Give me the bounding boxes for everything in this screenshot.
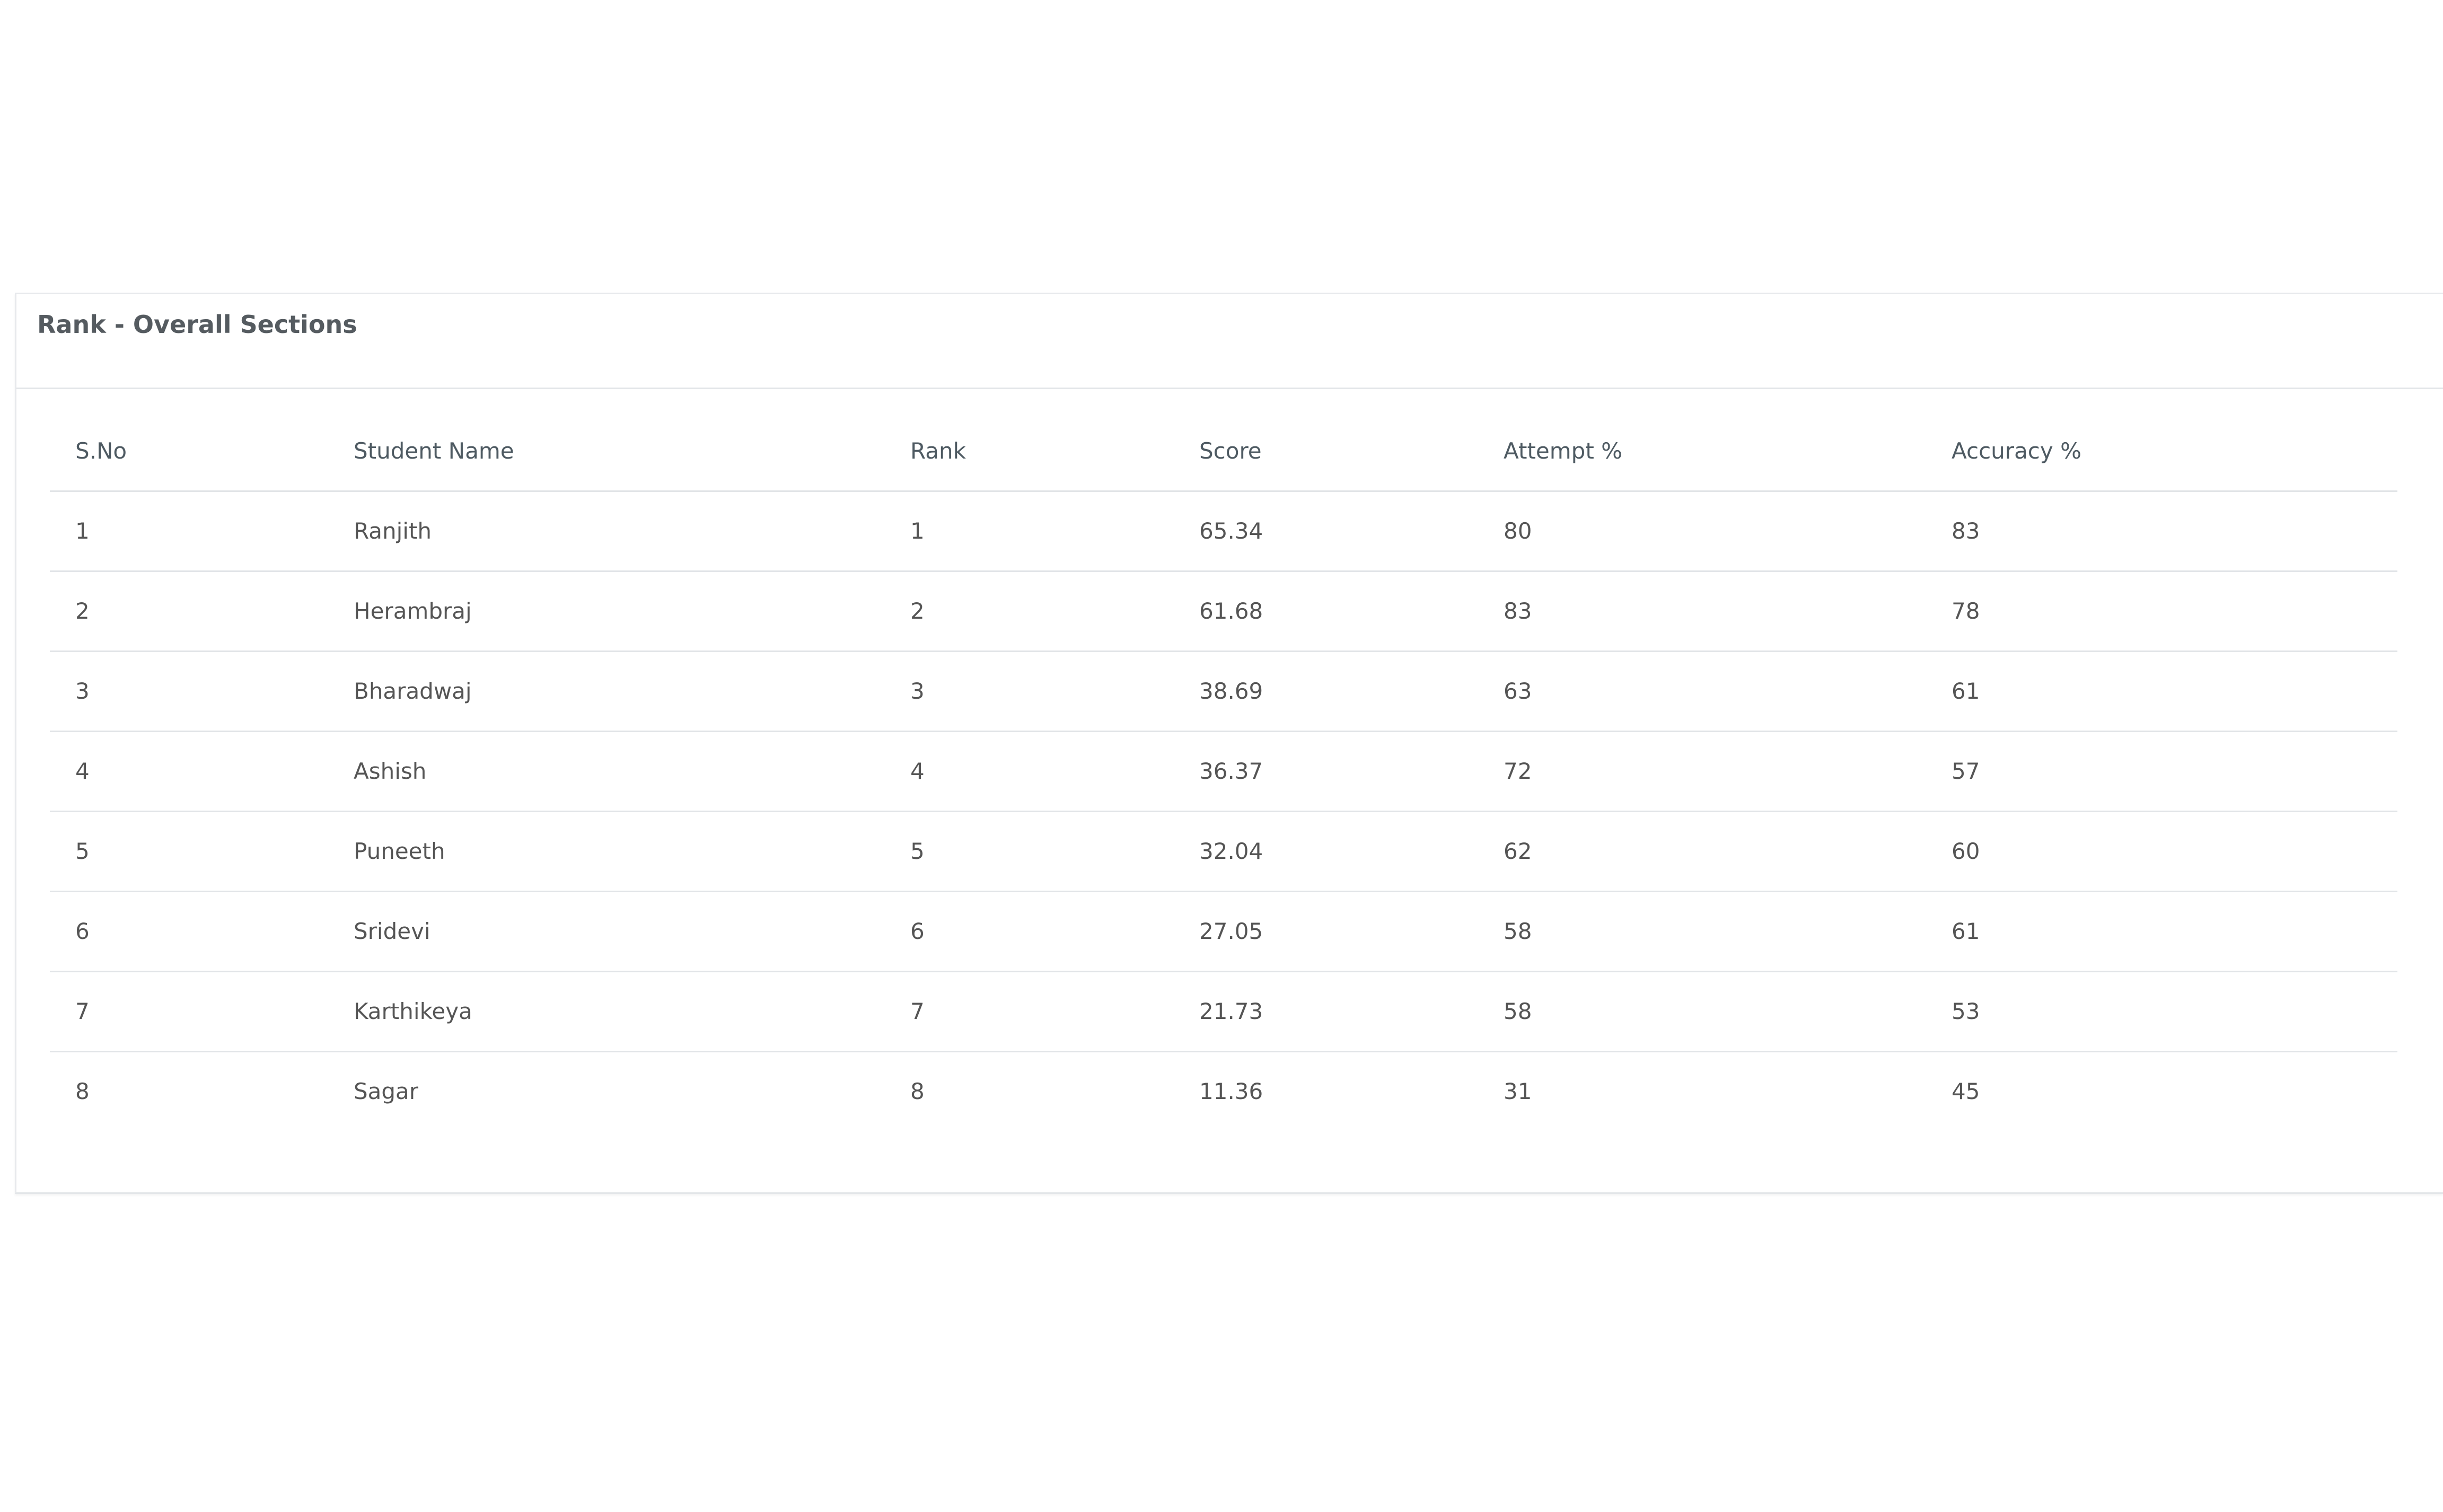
cell-sno: 2 (75, 598, 90, 624)
rank-table: S.No Student Name Rank Score Attempt % A… (50, 412, 2397, 1132)
cell-student-name: Herambraj (354, 598, 472, 624)
cell-score: 21.73 (1199, 998, 1263, 1024)
table-row: 5 Puneeth 5 32.04 62 60 (50, 812, 2397, 892)
cell-attempt: 31 (1504, 1078, 1532, 1104)
header-attempt[interactable]: Attempt % (1504, 412, 1622, 490)
cell-sno: 7 (75, 998, 90, 1024)
cell-rank: 1 (910, 518, 925, 544)
cell-student-name: Sridevi (354, 918, 430, 944)
table-header-row: S.No Student Name Rank Score Attempt % A… (50, 412, 2397, 492)
header-sno[interactable]: S.No (75, 412, 127, 490)
cell-score: 11.36 (1199, 1078, 1263, 1104)
table-row: 7 Karthikeya 7 21.73 58 53 (50, 972, 2397, 1052)
cell-sno: 3 (75, 678, 90, 704)
cell-attempt: 83 (1504, 598, 1532, 624)
cell-student-name: Ashish (354, 758, 427, 784)
table-row: 4 Ashish 4 36.37 72 57 (50, 732, 2397, 812)
cell-accuracy: 61 (1952, 678, 1980, 704)
table-row: 3 Bharadwaj 3 38.69 63 61 (50, 652, 2397, 732)
cell-rank: 6 (910, 918, 925, 944)
table-row: 8 Sagar 8 11.36 31 45 (50, 1052, 2397, 1132)
cell-sno: 5 (75, 838, 90, 864)
cell-student-name: Sagar (354, 1078, 419, 1104)
table-row: 1 Ranjith 1 65.34 80 83 (50, 492, 2397, 572)
cell-score: 65.34 (1199, 518, 1263, 544)
cell-accuracy: 83 (1952, 518, 1980, 544)
cell-student-name: Ranjith (354, 518, 432, 544)
header-student-name[interactable]: Student Name (354, 412, 514, 490)
cell-rank: 8 (910, 1078, 925, 1104)
cell-rank: 2 (910, 598, 925, 624)
cell-accuracy: 45 (1952, 1078, 1980, 1104)
cell-accuracy: 53 (1952, 998, 1980, 1024)
panel-title: Rank - Overall Sections (37, 310, 357, 339)
cell-sno: 8 (75, 1078, 90, 1104)
header-accuracy[interactable]: Accuracy % (1952, 412, 2081, 490)
cell-score: 32.04 (1199, 838, 1263, 864)
panel-header: Rank - Overall Sections (16, 294, 2443, 389)
cell-score: 61.68 (1199, 598, 1263, 624)
cell-sno: 6 (75, 918, 90, 944)
cell-sno: 1 (75, 518, 90, 544)
cell-attempt: 72 (1504, 758, 1532, 784)
cell-rank: 7 (910, 998, 925, 1024)
rank-panel: Rank - Overall Sections S.No Student Nam… (15, 293, 2443, 1194)
cell-score: 27.05 (1199, 918, 1263, 944)
cell-rank: 3 (910, 678, 925, 704)
cell-student-name: Bharadwaj (354, 678, 472, 704)
cell-accuracy: 60 (1952, 838, 1980, 864)
header-rank[interactable]: Rank (910, 412, 966, 490)
cell-attempt: 63 (1504, 678, 1532, 704)
header-score[interactable]: Score (1199, 412, 1262, 490)
cell-rank: 4 (910, 758, 925, 784)
cell-accuracy: 57 (1952, 758, 1980, 784)
cell-score: 38.69 (1199, 678, 1263, 704)
table-row: 2 Herambraj 2 61.68 83 78 (50, 572, 2397, 652)
cell-attempt: 58 (1504, 998, 1532, 1024)
cell-sno: 4 (75, 758, 90, 784)
cell-rank: 5 (910, 838, 925, 864)
cell-accuracy: 78 (1952, 598, 1980, 624)
cell-attempt: 58 (1504, 918, 1532, 944)
cell-accuracy: 61 (1952, 918, 1980, 944)
table-row: 6 Sridevi 6 27.05 58 61 (50, 892, 2397, 972)
cell-score: 36.37 (1199, 758, 1263, 784)
cell-attempt: 62 (1504, 838, 1532, 864)
cell-student-name: Puneeth (354, 838, 445, 864)
cell-student-name: Karthikeya (354, 998, 472, 1024)
cell-attempt: 80 (1504, 518, 1532, 544)
